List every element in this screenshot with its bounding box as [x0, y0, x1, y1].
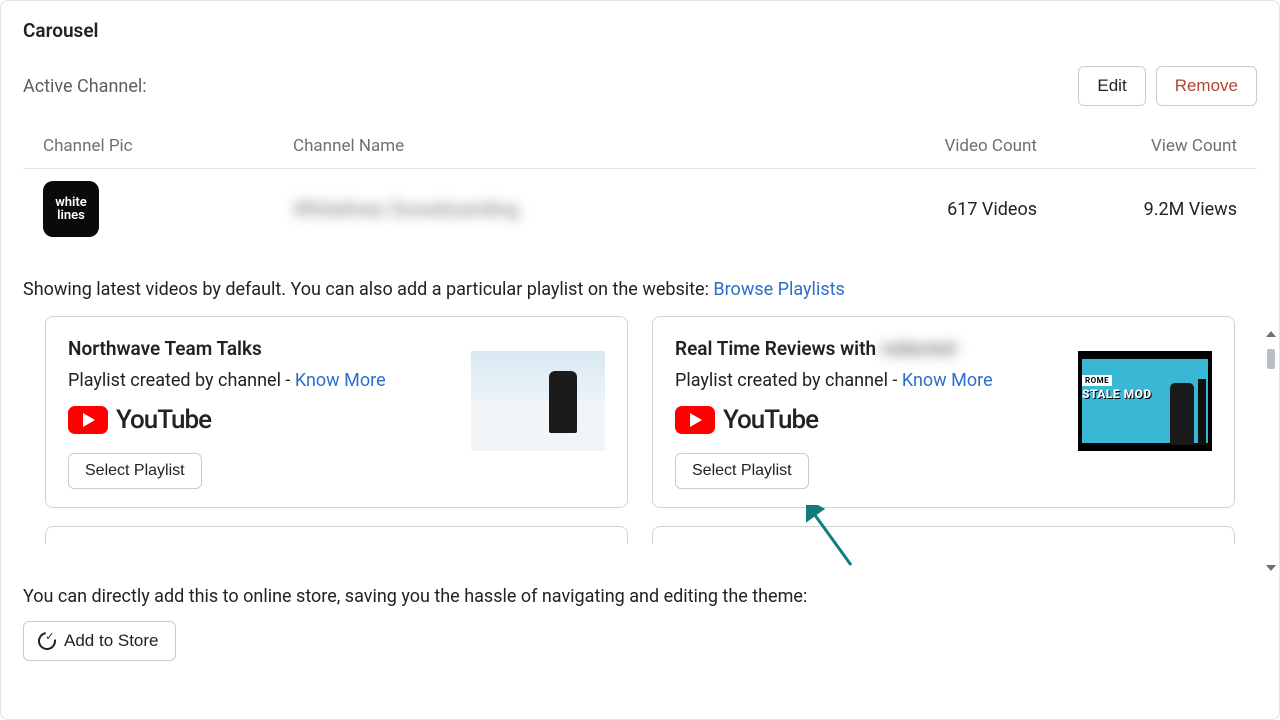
video-count-cell: 617 Videos — [837, 199, 1037, 220]
table-header: Channel Pic Channel Name Video Count Vie… — [23, 128, 1257, 169]
select-playlist-button[interactable]: Select Playlist — [68, 453, 202, 489]
playlist-thumbnail: ROME STALE MOD — [1078, 351, 1212, 451]
playlist-subtitle-prefix: Playlist created by channel - — [675, 370, 902, 391]
youtube-label: YouTube — [116, 405, 211, 435]
playlist-info-text: Showing latest videos by default. You ca… — [23, 279, 1257, 300]
scroll-down-icon[interactable] — [1266, 565, 1276, 571]
channel-avatar-text: whitelines — [55, 196, 87, 222]
channel-table: Channel Pic Channel Name Video Count Vie… — [23, 128, 1257, 249]
edit-button[interactable]: Edit — [1078, 66, 1145, 106]
playlist-info-prefix: Showing latest videos by default. You ca… — [23, 279, 713, 300]
th-view-count: View Count — [1037, 136, 1237, 156]
add-to-store-icon — [34, 628, 59, 653]
add-to-store-info: You can directly add this to online stor… — [23, 586, 1257, 607]
channel-avatar: whitelines — [43, 181, 99, 237]
channel-pic-cell: whitelines — [43, 181, 293, 237]
know-more-link[interactable]: Know More — [902, 370, 993, 391]
thumb-label-small: ROME — [1082, 375, 1112, 386]
active-channel-row: Active Channel: Edit Remove — [23, 66, 1257, 106]
section-title: Carousel — [23, 19, 1257, 42]
carousel-panel: Carousel Active Channel: Edit Remove Cha… — [0, 0, 1280, 720]
active-channel-label: Active Channel: — [23, 76, 147, 97]
playlist-title-prefix: Real Time Reviews with — [675, 337, 881, 360]
youtube-icon — [68, 406, 108, 434]
scroll-thumb[interactable] — [1267, 349, 1275, 369]
playlist-card-peek — [652, 526, 1235, 544]
add-to-store-label: Add to Store — [64, 631, 159, 651]
remove-button[interactable]: Remove — [1156, 66, 1257, 106]
active-channel-actions: Edit Remove — [1078, 66, 1257, 106]
th-channel-name: Channel Name — [293, 136, 837, 156]
add-to-store-button[interactable]: Add to Store — [23, 621, 176, 661]
playlist-card: Northwave Team Talks Playlist created by… — [45, 316, 628, 508]
table-row: whitelines Whitelines Snowboarding 617 V… — [23, 169, 1257, 249]
playlist-grid: Northwave Team Talks Playlist created by… — [23, 316, 1257, 508]
know-more-link[interactable]: Know More — [295, 370, 386, 391]
playlist-scrollbar[interactable] — [1265, 331, 1277, 571]
view-count-cell: 9.2M Views — [1037, 199, 1237, 220]
browse-playlists-link[interactable]: Browse Playlists — [713, 279, 844, 300]
th-channel-pic: Channel Pic — [43, 136, 293, 156]
youtube-label: YouTube — [723, 405, 818, 435]
scroll-up-icon[interactable] — [1266, 331, 1276, 337]
playlist-title-blurred: redacted — [881, 337, 956, 360]
channel-name-cell: Whitelines Snowboarding — [293, 197, 837, 221]
youtube-icon — [675, 406, 715, 434]
playlist-card: Real Time Reviews with redacted Playlist… — [652, 316, 1235, 508]
playlist-card-peek — [45, 526, 628, 544]
playlist-subtitle-prefix: Playlist created by channel - — [68, 370, 295, 391]
playlist-grid-next-row — [23, 526, 1257, 544]
playlist-thumbnail — [471, 351, 605, 451]
thumb-label-big: STALE MOD — [1082, 387, 1152, 401]
th-video-count: Video Count — [837, 136, 1037, 156]
select-playlist-button[interactable]: Select Playlist — [675, 453, 809, 489]
